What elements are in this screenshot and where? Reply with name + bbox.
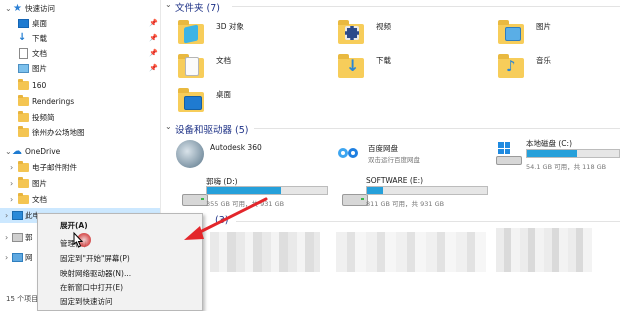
folder-videos[interactable]: 视频 <box>336 18 476 54</box>
folder-desktop[interactable]: 桌面 <box>176 86 316 122</box>
menu-item-pin-to-start[interactable]: 固定到"开始"屏幕(P) <box>60 253 130 264</box>
picture-folder-icon <box>496 18 528 46</box>
menu-item-open-new-window[interactable]: 在新窗口中打开(E) <box>60 282 123 293</box>
section-title-devices[interactable]: 设备和驱动器 (5) <box>175 122 248 136</box>
mouse-cursor-icon <box>73 231 84 248</box>
drive-usage-fill <box>527 150 577 157</box>
sidebar-item-folder-4[interactable]: 徐州办公场地图 <box>0 125 160 140</box>
network-icon <box>12 253 23 262</box>
sidebar-item-downloads[interactable]: ↓ 下载 📌 <box>0 31 160 46</box>
status-item-count: 15 个项目 <box>6 295 39 303</box>
folder-icon <box>18 126 29 137</box>
chevron-down-icon[interactable]: ⌄ <box>5 1 12 16</box>
chevron-right-icon[interactable]: › <box>10 160 13 175</box>
sidebar-item-folder-3[interactable]: 投频简 <box>0 110 160 125</box>
autodesk-icon <box>176 140 204 168</box>
drive-usage-fill <box>367 187 383 194</box>
folder-icon <box>18 161 29 172</box>
chevron-right-icon[interactable]: › <box>5 250 8 265</box>
chevron-right-icon[interactable]: › <box>5 230 8 245</box>
download-folder-icon: ↓ <box>336 52 368 80</box>
sidebar-item-renderings[interactable]: Renderings <box>0 94 160 109</box>
chevron-down-icon[interactable]: ⌄ <box>165 122 172 131</box>
sidebar-item-documents[interactable]: 文档 📌 <box>0 46 160 61</box>
drive-usage-bar <box>206 186 328 195</box>
pin-icon[interactable]: 📌 <box>149 46 158 61</box>
folder-music[interactable]: ♪ 音乐 <box>496 52 620 88</box>
desktop-folder-icon <box>176 86 208 114</box>
pin-icon[interactable]: 📌 <box>149 31 158 46</box>
folder-icon <box>18 177 29 188</box>
pin-icon[interactable]: 📌 <box>149 16 158 31</box>
chevron-right-icon[interactable]: › <box>5 208 8 223</box>
sidebar-onedrive[interactable]: ⌄ ☁ OneDrive <box>0 144 160 159</box>
section-divider <box>236 221 620 222</box>
windows-drive-icon <box>498 142 510 154</box>
section-divider <box>254 128 620 129</box>
computer-icon <box>12 211 23 220</box>
content-pane: ⌄ 文件夹 (7) 3D 对象 视频 图片 文档 ↓ 下载 ♪ 音乐 桌面 ⌄ … <box>160 0 620 309</box>
folder-icon <box>18 95 29 106</box>
chevron-right-icon[interactable]: › <box>10 192 13 207</box>
picture-icon <box>18 64 29 73</box>
drive-usage-bar <box>526 149 620 158</box>
sidebar-item-onedrive-documents[interactable]: › 文档 <box>0 192 160 207</box>
drive-icon <box>496 156 522 165</box>
chevron-down-icon[interactable]: ⌄ <box>5 144 12 159</box>
chevron-right-icon[interactable]: › <box>10 176 13 191</box>
download-icon: ↓ <box>18 32 27 43</box>
annotation-arrow-icon <box>184 197 268 240</box>
drive-usage-fill <box>207 187 282 194</box>
document-folder-icon <box>176 52 208 80</box>
sidebar-item-160[interactable]: 160 <box>0 78 160 93</box>
network-location-item[interactable] <box>336 232 486 272</box>
music-folder-icon: ♪ <box>496 52 528 80</box>
3d-objects-icon <box>176 18 208 46</box>
menu-item-pin-quick-access[interactable]: 固定到快速访问 <box>60 296 113 307</box>
context-menu: 展开(A) 管理(G) 固定到"开始"屏幕(P) 映射网络驱动器(N)... 在… <box>37 213 203 311</box>
sidebar-quick-access[interactable]: ⌄ ★ 快速访问 <box>0 1 160 16</box>
drive-icon <box>342 194 368 206</box>
drive-usage-bar <box>366 186 488 195</box>
desktop-icon <box>18 19 29 28</box>
sidebar-item-onedrive-pictures[interactable]: › 图片 <box>0 176 160 191</box>
menu-item-expand[interactable]: 展开(A) <box>60 220 88 231</box>
folder-icon <box>18 79 29 90</box>
document-icon <box>19 48 28 59</box>
folder-icon <box>18 111 29 122</box>
menu-item-map-network-drive[interactable]: 映射网络驱动器(N)... <box>60 268 131 279</box>
sidebar-item-pictures[interactable]: 图片 📌 <box>0 61 160 76</box>
cloud-icon: ☁ <box>12 146 22 157</box>
device-drive-e[interactable]: SOFTWARE (E:) 811 GB 可用，共 931 GB <box>336 176 496 218</box>
star-icon: ★ <box>13 3 22 14</box>
baidu-netdisk-icon <box>338 144 362 164</box>
folder-icon <box>18 193 29 204</box>
network-location-item[interactable] <box>496 228 592 272</box>
device-drive-c[interactable]: 本地磁盘 (C:) 54.1 GB 可用，共 118 GB <box>496 136 620 178</box>
drive-icon <box>12 233 23 242</box>
chevron-down-icon[interactable]: ⌄ <box>165 0 172 9</box>
folder-downloads[interactable]: ↓ 下载 <box>336 52 476 88</box>
pin-icon[interactable]: 📌 <box>149 61 158 76</box>
sidebar-item-desktop[interactable]: 桌面 📌 <box>0 16 160 31</box>
folder-3d-objects[interactable]: 3D 对象 <box>176 18 316 54</box>
video-folder-icon <box>336 18 368 46</box>
section-title-folders[interactable]: 文件夹 (7) <box>175 0 220 14</box>
section-divider <box>232 6 620 7</box>
folder-documents[interactable]: 文档 <box>176 52 316 88</box>
folder-pictures[interactable]: 图片 <box>496 18 620 54</box>
sidebar-item-onedrive-email[interactable]: › 电子邮件附件 <box>0 160 160 175</box>
